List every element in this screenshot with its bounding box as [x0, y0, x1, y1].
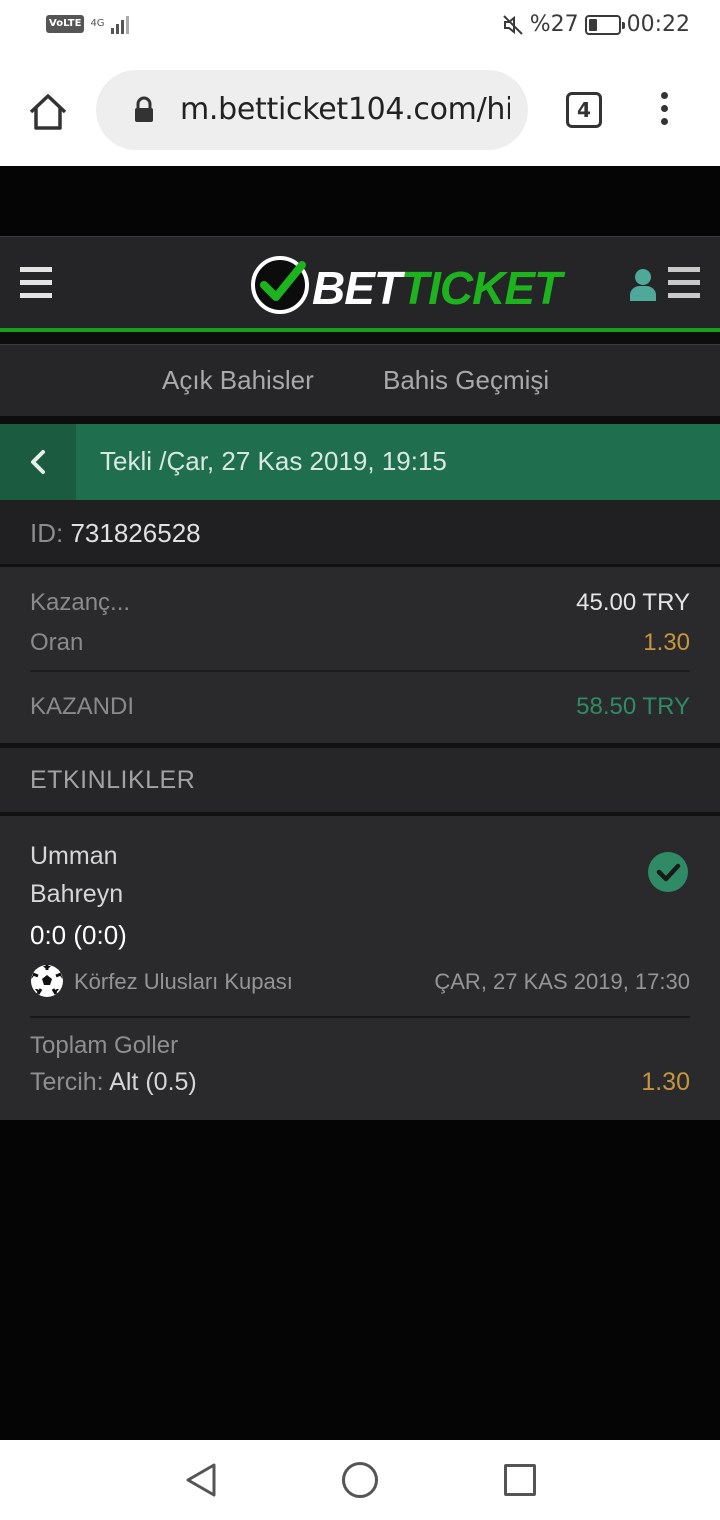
battery-percent: %27 [529, 12, 579, 37]
odds-value: 1.30 [643, 629, 690, 656]
stake-label: Kazanç... [30, 589, 131, 616]
ticket-id-row: ID: 731826528 [0, 500, 720, 564]
odds-label: Oran [30, 629, 84, 656]
football-icon [31, 965, 63, 997]
battery-icon [584, 14, 625, 35]
market-name: Toplam Goller [30, 1032, 179, 1059]
nav-back-icon[interactable] [184, 1462, 218, 1498]
event-score: 0:0 (0:0) [30, 920, 127, 950]
logo-check-icon [251, 256, 309, 314]
nav-home-icon[interactable] [342, 1462, 378, 1498]
ticket-id: ID: 731826528 [30, 518, 201, 549]
status-bar: VoLTE 4G %27 00:22 [0, 0, 720, 56]
won-check-icon [648, 852, 688, 892]
selection-value: Alt (0.5) [109, 1068, 197, 1096]
logo-text: BETTICKET [312, 261, 562, 315]
tab-switcher-button[interactable]: 4 [566, 92, 602, 128]
result-value: 58.50 TRY [576, 693, 690, 720]
clock: 00:22 [626, 12, 690, 37]
ticket-id-value: 731826528 [70, 518, 201, 548]
logo-ticket: TICKET [401, 262, 562, 314]
ticket-summary: Kazanç... 45.00 TRY Oran 1.30 KAZANDI 58… [0, 567, 720, 743]
event-date: ÇAR, 27 KAS 2019, 17:30 [434, 969, 690, 994]
selection-label: Tercih: [30, 1068, 104, 1096]
home-team: Umman [30, 842, 118, 870]
url-text: m.betticket104.com/history [180, 92, 510, 127]
events-header: ETKINLIKLER [0, 748, 720, 812]
more-options-icon[interactable] [656, 92, 672, 132]
result-label: KAZANDI [30, 693, 135, 720]
spacer [0, 332, 720, 344]
ticket-id-label: ID: [30, 518, 64, 548]
home-icon[interactable] [26, 90, 70, 134]
spacer [0, 416, 720, 424]
status-right: %27 00:22 [502, 12, 690, 37]
signal-icon [110, 14, 129, 34]
site-header: BETTICKET [0, 236, 720, 328]
ticket-title-bar: Tekli /Çar, 27 Kas 2019, 19:15 [0, 424, 720, 500]
league-name: Körfez Ulusları Kupası [74, 969, 293, 994]
browser-toolbar: m.betticket104.com/history 4 [0, 56, 720, 166]
event-divider [30, 1016, 690, 1018]
selection: Tercih: Alt (0.5) [30, 1068, 197, 1097]
network-type: 4G [90, 18, 105, 29]
summary-divider [30, 670, 690, 672]
logo-bet: BET [312, 262, 402, 314]
chevron-left-icon [31, 450, 45, 474]
address-bar[interactable]: m.betticket104.com/history [96, 70, 528, 150]
nav-recents-icon[interactable] [504, 1464, 536, 1496]
events-title: ETKINLIKLER [30, 766, 196, 794]
event-card: Umman Bahreyn 0:0 (0:0) Körfez Ulusları … [0, 816, 720, 1120]
bet-tabs: Açık Bahisler Bahis Geçmişi [0, 344, 720, 416]
mute-icon [502, 14, 523, 35]
user-menu-icon[interactable] [668, 267, 700, 299]
tab-bet-history[interactable]: Bahis Geçmişi [383, 365, 549, 396]
back-button[interactable] [0, 424, 76, 500]
lock-icon [135, 96, 153, 122]
betticket-logo[interactable]: BETTICKET [250, 255, 562, 315]
tab-open-bets[interactable]: Açık Bahisler [162, 365, 314, 396]
selection-odds: 1.30 [641, 1068, 690, 1096]
ticket-title: Tekli /Çar, 27 Kas 2019, 19:15 [100, 446, 447, 476]
away-team: Bahreyn [30, 880, 124, 908]
stake-value: 45.00 TRY [576, 589, 690, 616]
volte-indicator: VoLTE [46, 15, 85, 33]
hamburger-menu-icon[interactable] [20, 267, 52, 299]
top-strip [0, 166, 720, 236]
system-nav-bar [0, 1440, 720, 1520]
user-icon[interactable] [628, 267, 658, 301]
status-left: VoLTE 4G [46, 14, 129, 34]
